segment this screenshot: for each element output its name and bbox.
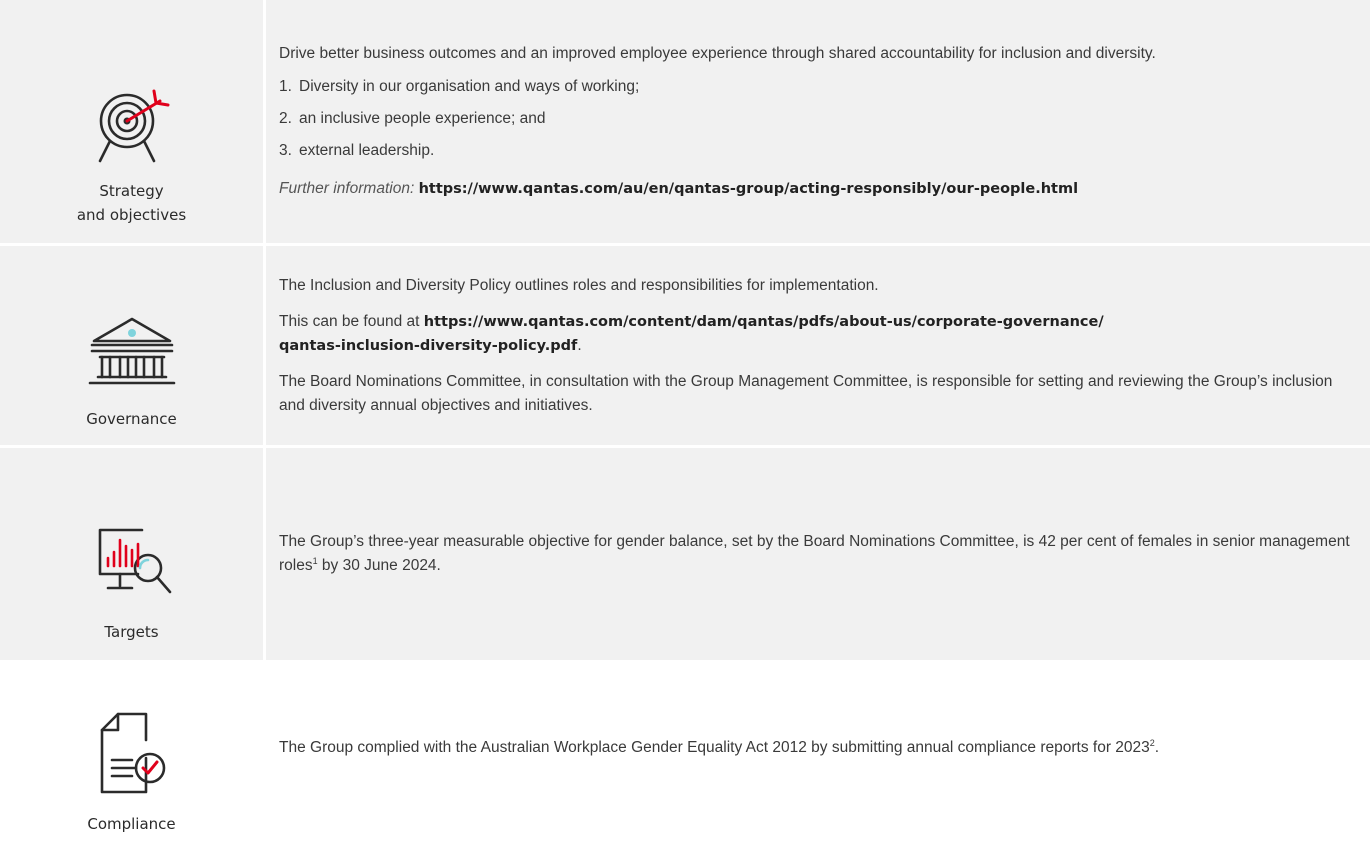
governance-p3: The Board Nominations Committee, in cons… <box>279 372 1333 414</box>
governance-cell: Governance <box>0 246 266 445</box>
strategy-label: Strategy and objectives <box>76 182 187 224</box>
row-compliance: Compliance The Group complied with the A… <box>0 660 1370 846</box>
government-building-icon <box>88 317 175 385</box>
targets-label: Targets <box>104 623 159 641</box>
document-check-icon <box>100 712 165 794</box>
compliance-label: Compliance <box>87 815 176 833</box>
row-strategy: Strategy and objectives Drive better bus… <box>0 0 1370 243</box>
strategy-cell: Strategy and objectives <box>0 0 266 243</box>
compliance-text: The Group complied with the Australian W… <box>266 663 1370 846</box>
policy-link-part2[interactable]: qantas-inclusion-diversity-policy.pdf <box>279 338 577 354</box>
compliance-paragraph: The Group complied with the Australian W… <box>279 737 1160 756</box>
strategy-list: 1. Diversity in our organisation and ways… <box>279 75 1350 163</box>
strategy-text: Drive better business outcomes and an im… <box>266 0 1370 243</box>
governance-p1: The Inclusion and Diversity Policy outli… <box>279 276 879 294</box>
governance-text: The Inclusion and Diversity Policy outli… <box>266 246 1370 445</box>
analytics-monitor-icon <box>98 528 171 594</box>
our-people-link[interactable]: https://www.qantas.com/au/en/qantas-grou… <box>419 181 1079 197</box>
row-targets: Targets The Group’s three-year measurabl… <box>0 445 1370 660</box>
targets-cell: Targets <box>0 448 266 660</box>
governance-p2: This can be found at https://www.qantas.… <box>279 312 1104 354</box>
list-item: 1. Diversity in our organisation and ways… <box>279 78 640 95</box>
diversity-table: Strategy and objectives Drive better bus… <box>0 0 1370 846</box>
list-item: 2. an inclusive people experience; and <box>279 110 546 127</box>
policy-link-part1[interactable]: https://www.qantas.com/content/dam/qanta… <box>424 314 1104 330</box>
targets-text: The Group’s three-year measurable object… <box>266 448 1370 660</box>
compliance-cell: Compliance <box>0 663 266 846</box>
target-icon <box>98 89 169 163</box>
list-item: 3. external leadership. <box>279 142 435 159</box>
targets-paragraph: The Group’s three-year measurable object… <box>279 533 1350 574</box>
strategy-intro: Drive better business outcomes and an im… <box>279 45 1156 62</box>
governance-label: Governance <box>86 410 177 428</box>
further-information: Further information: https://www.qantas.… <box>279 180 1079 197</box>
row-governance: Governance The Inclusion and Diversity P… <box>0 243 1370 445</box>
